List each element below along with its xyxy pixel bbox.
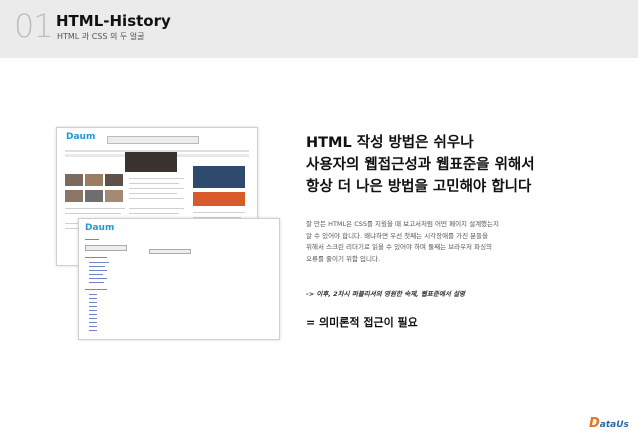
text-line — [85, 239, 99, 240]
link-line — [89, 298, 97, 299]
description-line: 잘 만든 HTML은 CSS를 지웠을 때 보고서처럼 어떤 페이지 설계했는지 — [306, 220, 499, 228]
text-line — [65, 208, 125, 209]
brand-name: ataUs — [599, 420, 629, 430]
link-line — [89, 270, 107, 271]
search-box — [149, 249, 191, 254]
thumb-photo — [65, 174, 83, 186]
link-line — [89, 274, 103, 275]
thumb-photo — [105, 174, 123, 186]
text-line — [85, 289, 107, 290]
link-line — [89, 266, 105, 267]
ad-banner — [193, 166, 245, 188]
search-box — [85, 245, 127, 251]
text-line — [129, 213, 179, 214]
heading-line: HTML 작성 방법은 쉬우나 — [306, 135, 474, 151]
link-line — [89, 282, 104, 283]
thumb-photo — [85, 174, 103, 186]
text-line — [65, 213, 121, 214]
section-number: 01 — [14, 7, 54, 45]
conclusion: = 의미론적 접근이 필요 — [306, 316, 418, 329]
portal-logo: Daum — [85, 223, 115, 233]
link-line — [89, 302, 97, 303]
search-box — [107, 136, 199, 144]
headline-photo — [125, 152, 177, 172]
heading-line: 항상 더 나은 방법을 고민해야 합니다 — [306, 179, 532, 195]
description-line: 알 수 있어야 합니다. 왜냐하면 우선 첫째는 시각장애를 가진 분들을 — [306, 231, 489, 240]
text-line — [129, 178, 184, 179]
section-title: HTML-History — [56, 12, 171, 30]
link-line — [89, 306, 97, 307]
link-line — [89, 318, 97, 319]
description-line: 오류를 줄이기 위함 입니다. — [306, 254, 381, 263]
text-line — [129, 208, 184, 209]
link-line — [89, 330, 97, 331]
heading-line: 사용자의 웹접근성과 웹표준을 위해서 — [306, 157, 535, 173]
ad-banner — [193, 192, 245, 206]
thumb-photo — [105, 190, 123, 202]
description-line: 위해서 스크린 리더기로 읽을 수 있어야 하며 둘째는 브라우저 파싱의 — [306, 243, 493, 251]
unstyled-page-screenshot: Daum — [78, 218, 280, 340]
thumb-photo — [85, 190, 103, 202]
text-line — [129, 183, 179, 184]
text-line — [193, 212, 245, 213]
brand-logo: DataUs — [589, 416, 629, 431]
text-line — [129, 198, 184, 199]
description: 잘 만든 HTML은 CSS를 지웠을 때 보고서처럼 어떤 페이지 설계했는지… — [306, 219, 536, 265]
portal-logo: Daum — [66, 132, 96, 142]
section-subtitle: HTML 과 CSS 의 두 얼굴 — [57, 32, 145, 41]
link-line — [89, 310, 97, 311]
reference-note: -> 이후, 2차시 퍼블리셔의 영원한 숙제, 웹표준에서 설명 — [306, 290, 466, 298]
text-line — [129, 188, 184, 189]
link-line — [89, 294, 97, 295]
text-line — [85, 257, 107, 258]
main-heading: HTML 작성 방법은 쉬우나 사용자의 웹접근성과 웹표준을 위해서 항상 더… — [306, 132, 535, 198]
link-line — [89, 278, 107, 279]
link-line — [89, 322, 97, 323]
thumb-photo — [65, 190, 83, 202]
slide-header: 01 HTML-History HTML 과 CSS 의 두 얼굴 — [0, 0, 638, 58]
text-line — [129, 193, 177, 194]
link-line — [89, 262, 109, 263]
brand-mark: D — [589, 416, 600, 431]
link-line — [89, 314, 97, 315]
link-line — [89, 326, 97, 327]
